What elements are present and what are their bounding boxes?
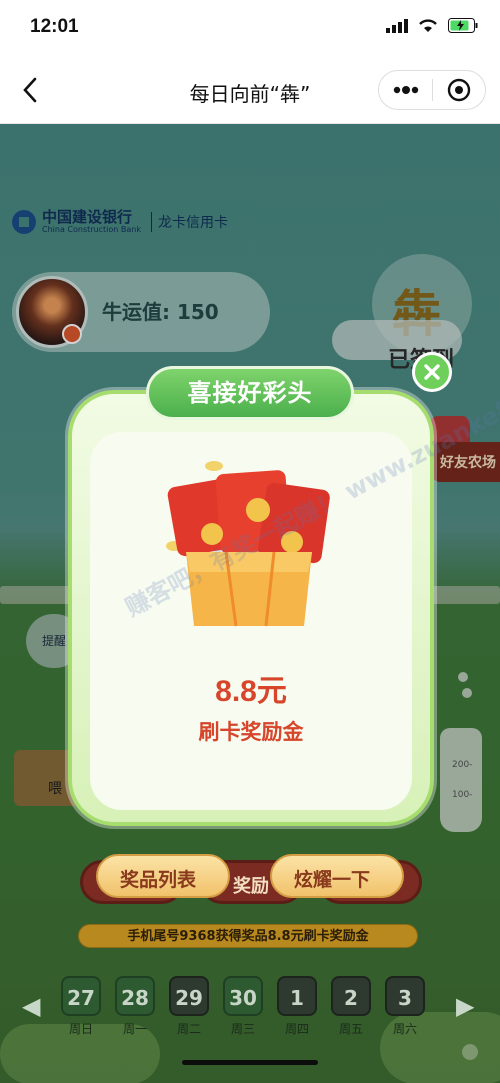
show-off-button[interactable]: 炫耀一下 [270, 854, 404, 898]
bottom-buttons: 奖励 奖品列表 炫耀一下 [0, 854, 500, 912]
prize-list-button[interactable]: 奖品列表 [96, 854, 230, 898]
home-indicator [182, 1060, 318, 1065]
show-off-label: 炫耀一下 [294, 869, 371, 891]
mini-program-capsule [378, 70, 486, 110]
day-label: 周二 [176, 1022, 201, 1036]
day-label: 周三 [230, 1022, 255, 1036]
day-item[interactable]: 1 周四 [277, 976, 317, 1037]
day-label: 周六 [392, 1022, 417, 1036]
day-number: 27 [61, 976, 101, 1016]
reward-label: 奖励 [233, 876, 269, 897]
close-mini-program-button[interactable] [433, 70, 485, 110]
cellular-signal-icon [386, 18, 408, 33]
more-dots-icon [393, 86, 418, 94]
reward-modal-title: 喜接好彩头 [187, 379, 313, 407]
day-label: 周日 [68, 1022, 93, 1036]
close-icon [424, 364, 440, 380]
day-number: 28 [115, 976, 155, 1016]
reward-amount: 8.8元 [215, 675, 287, 708]
status-bar: 12:01 [0, 0, 500, 58]
nav-bar: 每日向前“犇” [0, 58, 500, 124]
day-item[interactable]: 3 周六 [385, 976, 425, 1037]
modal-close-button[interactable] [412, 352, 452, 392]
day-item[interactable]: 28 周一 [115, 976, 155, 1037]
target-close-icon [447, 78, 471, 102]
reward-name: 刷卡奖励金 [198, 720, 304, 744]
day-number: 29 [169, 976, 209, 1016]
day-number: 2 [331, 976, 371, 1016]
day-item[interactable]: 29 周二 [169, 976, 209, 1037]
week-calendar: 27 周日 28 周一 29 周二 30 周三 1 周四 2 周五 3 周六 [0, 976, 500, 1036]
day-number: 3 [385, 976, 425, 1016]
reward-modal-title-tab: 喜接好彩头 [146, 366, 354, 420]
day-label: 周四 [284, 1022, 309, 1036]
marquee-text: 手机尾号9368获得奖品8.8元刷卡奖励金 [127, 929, 369, 944]
wifi-icon [419, 19, 437, 32]
status-time: 12:01 [30, 16, 79, 37]
day-item[interactable]: 2 周五 [331, 976, 371, 1037]
day-number: 30 [223, 976, 263, 1016]
more-button[interactable] [379, 70, 432, 110]
battery-charging-icon [448, 18, 478, 33]
day-label: 周五 [338, 1022, 363, 1036]
prize-list-label: 奖品列表 [120, 869, 197, 891]
day-item[interactable]: 30 周三 [223, 976, 263, 1037]
day-number: 1 [277, 976, 317, 1016]
status-icons [386, 18, 478, 33]
day-label: 周一 [122, 1022, 147, 1036]
winner-marquee: 手机尾号9368获得奖品8.8元刷卡奖励金 [78, 924, 418, 948]
day-item[interactable]: 27 周日 [61, 976, 101, 1037]
